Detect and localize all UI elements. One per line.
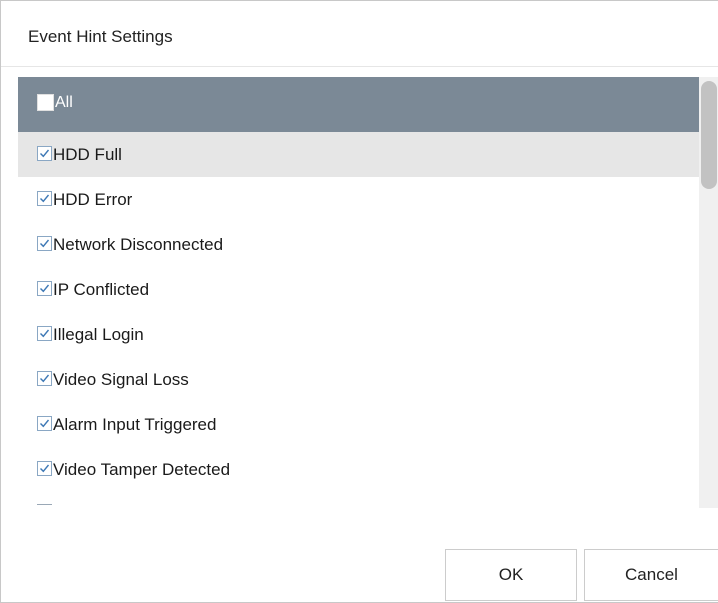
- list-item[interactable]: Video Tamper Detected: [18, 447, 699, 492]
- list-item[interactable]: Network Disconnected: [18, 222, 699, 267]
- item-checkbox[interactable]: [37, 281, 52, 296]
- event-list: All HDD Full HDD Error Network Disconnec…: [18, 77, 718, 508]
- item-checkbox[interactable]: [37, 326, 52, 341]
- item-checkbox[interactable]: [37, 461, 52, 476]
- item-label: Network Disconnected: [53, 235, 224, 254]
- checkmark-icon: [40, 374, 50, 383]
- list-item[interactable]: HDD Full: [18, 132, 699, 177]
- list-item[interactable]: Alarm Input Triggered: [18, 402, 699, 447]
- item-label: Illegal Login: [53, 325, 144, 344]
- item-checkbox[interactable]: [37, 416, 52, 431]
- item-label: Video Signal Loss: [53, 370, 189, 389]
- dialog-title: Event Hint Settings: [28, 27, 173, 46]
- select-all-row[interactable]: All: [18, 77, 699, 132]
- checkmark-icon: [40, 149, 50, 158]
- checkmark-icon: [40, 239, 50, 248]
- list-item[interactable]: IP Conflicted: [18, 267, 699, 312]
- cancel-button[interactable]: Cancel: [584, 549, 718, 601]
- checkmark-icon: [40, 194, 50, 203]
- item-checkbox[interactable]: [37, 191, 52, 206]
- ok-button[interactable]: OK: [445, 549, 577, 601]
- list-item[interactable]: Illegal Login: [18, 312, 699, 357]
- checkmark-icon: [40, 419, 50, 428]
- checkmark-icon: [40, 284, 50, 293]
- item-checkbox[interactable]: [37, 504, 52, 505]
- checkmark-icon: [40, 329, 50, 338]
- list-item-partial[interactable]: [18, 492, 699, 508]
- dialog-titlebar: Event Hint Settings: [1, 1, 718, 67]
- checkmark-icon: [40, 464, 50, 473]
- item-checkbox[interactable]: [37, 236, 52, 251]
- list-item[interactable]: HDD Error: [18, 177, 699, 222]
- select-all-label: All: [55, 94, 73, 111]
- item-label: Video Tamper Detected: [53, 460, 231, 479]
- select-all-checkbox[interactable]: [37, 94, 54, 111]
- item-checkbox[interactable]: [37, 371, 52, 386]
- item-label: HDD Full: [53, 145, 122, 164]
- item-label: IP Conflicted: [53, 280, 150, 299]
- event-rows: HDD Full HDD Error Network Disconnected …: [18, 132, 699, 508]
- scrollbar[interactable]: [699, 77, 718, 508]
- event-hint-settings-dialog: Event Hint Settings All HDD Full HDD Err…: [0, 0, 718, 603]
- list-item[interactable]: Video Signal Loss: [18, 357, 699, 402]
- item-label: Alarm Input Triggered: [53, 415, 217, 434]
- item-label: HDD Error: [53, 190, 133, 209]
- scrollbar-thumb[interactable]: [701, 81, 717, 189]
- item-checkbox[interactable]: [37, 146, 52, 161]
